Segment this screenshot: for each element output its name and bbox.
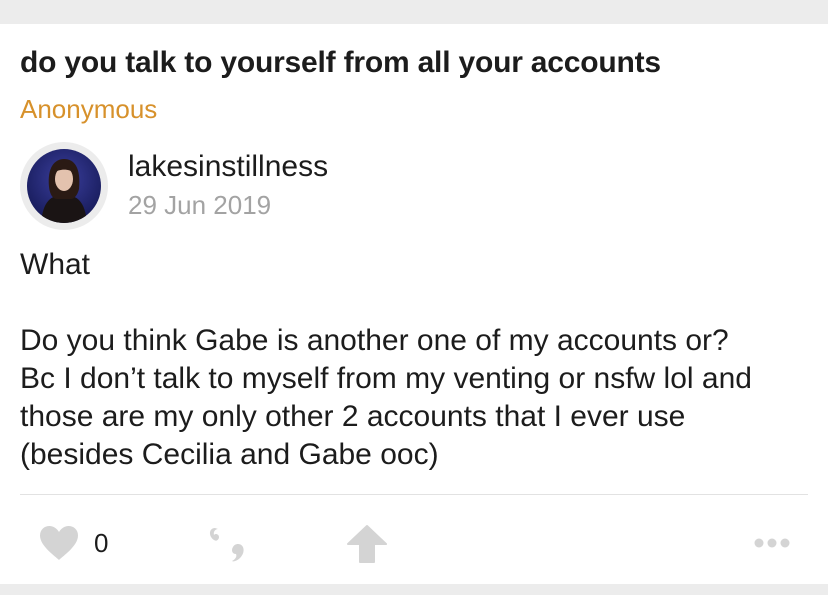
divider: [20, 494, 808, 495]
answer-line: Bc I don’t talk to myself from my ventin…: [20, 362, 752, 395]
like-count: 0: [94, 527, 109, 558]
answerer-username[interactable]: lakesinstillness: [128, 150, 328, 184]
more-options-button[interactable]: [754, 536, 790, 554]
action-bar: 0: [0, 496, 828, 584]
share-button[interactable]: [346, 524, 388, 569]
avatar-image: [27, 149, 101, 223]
answer-card: do you talk to yourself from all your ac…: [0, 24, 828, 584]
asker-name: Anonymous: [20, 94, 158, 124]
answer-body: What Do you think Gabe is another one of…: [20, 246, 820, 474]
answer-date: 29 Jun 2019: [128, 190, 272, 220]
share-arrow-icon: [347, 525, 387, 563]
answer-line: Do you think Gabe is another one of my a…: [20, 324, 729, 357]
more-dots-icon: [754, 538, 790, 548]
avatar[interactable]: [20, 142, 108, 230]
heart-icon: [40, 526, 78, 560]
answer-line: What: [20, 248, 91, 281]
quote-icon: [209, 528, 244, 562]
answer-line: (besides Cecilia and Gabe ooc): [20, 438, 439, 471]
question-text[interactable]: do you talk to yourself from all your ac…: [20, 46, 661, 80]
answer-line: those are my only other 2 accounts that …: [20, 400, 686, 433]
quote-button[interactable]: [206, 526, 250, 567]
like-button[interactable]: 0: [38, 524, 108, 562]
